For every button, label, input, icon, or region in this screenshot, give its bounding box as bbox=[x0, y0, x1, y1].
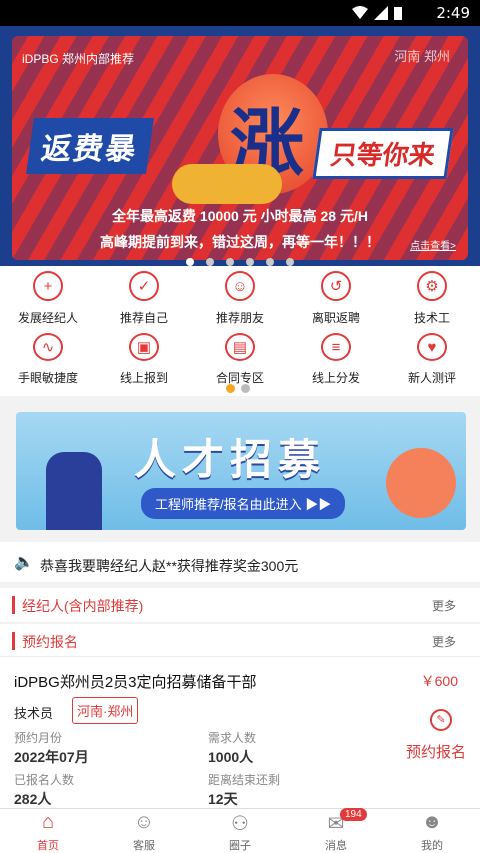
banner-dot[interactable] bbox=[266, 258, 274, 266]
feature-menu: + 发展经纪人 ✓ 推荐自己 ☺ 推荐朋友 ↺ 离职返聘 ⚙ 技术工 ∿ 手眼敏捷度 ▣ 线上… bbox=[0, 266, 480, 396]
book-button[interactable]: 预约报名 bbox=[406, 741, 466, 762]
menu-item-newcomer-test[interactable]: ♥ 新人测评 bbox=[384, 328, 480, 386]
menu-item-recommend-friend[interactable]: ☺ 推荐朋友 bbox=[192, 266, 288, 328]
menu-item-label: 推荐自己 bbox=[119, 311, 168, 325]
person-illustration bbox=[386, 448, 456, 518]
menu-item-label: 推荐朋友 bbox=[215, 311, 264, 325]
section-title: 预约报名 bbox=[22, 634, 78, 650]
tab-home[interactable]: ⌂ 首页 bbox=[0, 809, 96, 853]
menu-item-online-checkin[interactable]: ▣ 线上报到 bbox=[96, 328, 192, 386]
menu-item-develop-agent[interactable]: + 发展经纪人 bbox=[0, 266, 96, 328]
menu-item-label: 发展经纪人 bbox=[17, 311, 78, 325]
distribute-icon: ≡ bbox=[321, 333, 351, 361]
booking-icon: ✎ bbox=[430, 709, 452, 731]
banner-dot[interactable] bbox=[286, 258, 294, 266]
field-label: 需求人数 bbox=[208, 731, 257, 745]
tab-label: 首页 bbox=[37, 840, 59, 852]
circle-icon: ⚇ bbox=[231, 813, 249, 835]
tab-customer-service[interactable]: ☺ 客服 bbox=[96, 809, 192, 853]
field-value: 1000人 bbox=[208, 749, 254, 765]
recommend-icon: ✓ bbox=[129, 271, 159, 301]
tab-profile[interactable]: ☻ 我的 bbox=[384, 809, 480, 853]
menu-page-dot[interactable] bbox=[241, 384, 250, 393]
field-value: 2022年07月 bbox=[14, 749, 89, 765]
banner-dot[interactable] bbox=[186, 258, 194, 266]
tab-messages[interactable]: ✉ 消息 194 bbox=[288, 808, 384, 853]
signal-icon bbox=[374, 6, 388, 25]
friends-icon: ☺ bbox=[225, 271, 255, 301]
recruit-entry-button[interactable]: 工程师推荐/报名由此进入 ▶▶ bbox=[141, 488, 346, 519]
status-bar: 2:49 bbox=[0, 0, 480, 26]
menu-item-label: 手眼敏捷度 bbox=[17, 371, 78, 385]
job-card[interactable]: iDPBG郑州员2员3定向招募储备干部 ￥600 技术员 河南·郑州 预约月份 … bbox=[0, 656, 480, 808]
banner-slogan-left: 返费暴 bbox=[26, 118, 154, 174]
customer-service-icon: ☺ bbox=[133, 811, 155, 833]
menu-item-online-distribute[interactable]: ≡ 线上分发 bbox=[288, 328, 384, 386]
field-label: 已报名人数 bbox=[14, 773, 75, 787]
heartbeat-icon: ♥ bbox=[417, 333, 447, 361]
menu-item-contracts[interactable]: ▤ 合同专区 bbox=[192, 328, 288, 386]
tab-circle[interactable]: ⚇ 圈子 bbox=[192, 809, 288, 853]
menu-item-technician[interactable]: ⚙ 技术工 bbox=[384, 266, 480, 328]
recruit-title: 人才招募 bbox=[134, 436, 327, 483]
menu-item-recommend-self[interactable]: ✓ 推荐自己 bbox=[96, 266, 192, 328]
banner-slogan-right: 只等你来 bbox=[312, 128, 454, 179]
message-badge: 194 bbox=[340, 808, 367, 821]
menu-item-dexterity[interactable]: ∿ 手眼敏捷度 bbox=[0, 328, 96, 386]
banner-more-link[interactable]: 点击查看> bbox=[410, 237, 456, 252]
banner-dot[interactable] bbox=[206, 258, 214, 266]
menu-item-label: 线上分发 bbox=[311, 371, 360, 385]
checkin-icon: ▣ bbox=[129, 333, 159, 361]
section-title: 经纪人(含内部推荐) bbox=[22, 598, 144, 614]
field-label: 预约月份 bbox=[14, 731, 63, 745]
menu-item-label: 新人测评 bbox=[407, 371, 456, 385]
user-add-icon: + bbox=[33, 271, 63, 301]
job-price: ￥600 bbox=[420, 673, 458, 689]
contract-icon: ▤ bbox=[225, 333, 255, 361]
worker-icon: ⚙ bbox=[417, 271, 447, 301]
job-title: iDPBG郑州员2员3定向招募储备干部 bbox=[14, 674, 257, 691]
rehire-icon: ↺ bbox=[321, 271, 351, 301]
agent-more-link[interactable]: 更多 bbox=[432, 597, 456, 614]
tab-label: 消息 bbox=[325, 840, 347, 852]
dexterity-icon: ∿ bbox=[33, 333, 63, 361]
bottom-tab-bar: ⌂ 首页 ☺ 客服 ⚇ 圈子 ✉ 消息 194 ☻ 我的 bbox=[0, 808, 480, 853]
home-icon: ⌂ bbox=[41, 811, 55, 833]
field-label: 距离结束还剩 bbox=[208, 773, 281, 787]
job-role: 技术员 bbox=[14, 706, 54, 721]
menu-page-dot[interactable] bbox=[226, 384, 235, 393]
banner-org: iDPBG 郑州内部推荐 bbox=[22, 52, 135, 66]
notice-text: 恭喜我要聘经纪人赵**获得推荐奖金300元 bbox=[40, 558, 299, 574]
menu-item-label: 离职返聘 bbox=[311, 311, 360, 325]
section-agent: 经纪人(含内部推荐) 更多 bbox=[0, 588, 480, 622]
coins-icon bbox=[172, 164, 282, 204]
banner-dot[interactable] bbox=[246, 258, 254, 266]
tab-label: 圈子 bbox=[229, 840, 251, 852]
booking-more-link[interactable]: 更多 bbox=[432, 633, 456, 650]
banner-dot[interactable] bbox=[226, 258, 234, 266]
menu-item-rehire[interactable]: ↺ 离职返聘 bbox=[288, 266, 384, 328]
tab-label: 我的 bbox=[421, 840, 443, 852]
notice-ticker[interactable]: 🔈 恭喜我要聘经纪人赵**获得推荐奖金300元 bbox=[0, 542, 480, 582]
person-illustration bbox=[46, 452, 102, 530]
tab-label: 客服 bbox=[133, 840, 155, 852]
menu-pagination bbox=[226, 384, 250, 393]
banner-location: 河南 郑州 bbox=[394, 49, 450, 64]
talent-recruit-banner[interactable]: 人才招募 工程师推荐/报名由此进入 ▶▶ bbox=[16, 412, 466, 530]
profile-icon: ☻ bbox=[421, 811, 443, 833]
menu-item-label: 线上报到 bbox=[119, 371, 168, 385]
menu-item-label: 技术工 bbox=[413, 311, 450, 325]
field-value: 282人 bbox=[14, 791, 52, 807]
job-location-tag: 河南·郑州 bbox=[72, 697, 139, 724]
promo-banner[interactable]: iDPBG 郑州内部推荐 河南 郑州 返费暴 涨 只等你来 全年最高返费 100… bbox=[0, 26, 480, 266]
banner-line-1: 全年最高返费 10000 元 小时最高 28 元/H bbox=[112, 208, 368, 224]
field-value: 12天 bbox=[208, 791, 238, 807]
clock: 2:49 bbox=[436, 4, 470, 22]
wifi-icon bbox=[352, 6, 368, 25]
section-booking: 预约报名 更多 bbox=[0, 624, 480, 658]
banner-pagination bbox=[0, 258, 480, 266]
banner-line-2: 高峰期提前到来，错过这周，再等一年！！！ bbox=[100, 234, 380, 250]
battery-icon bbox=[394, 6, 402, 25]
speaker-icon: 🔈 bbox=[14, 554, 34, 571]
